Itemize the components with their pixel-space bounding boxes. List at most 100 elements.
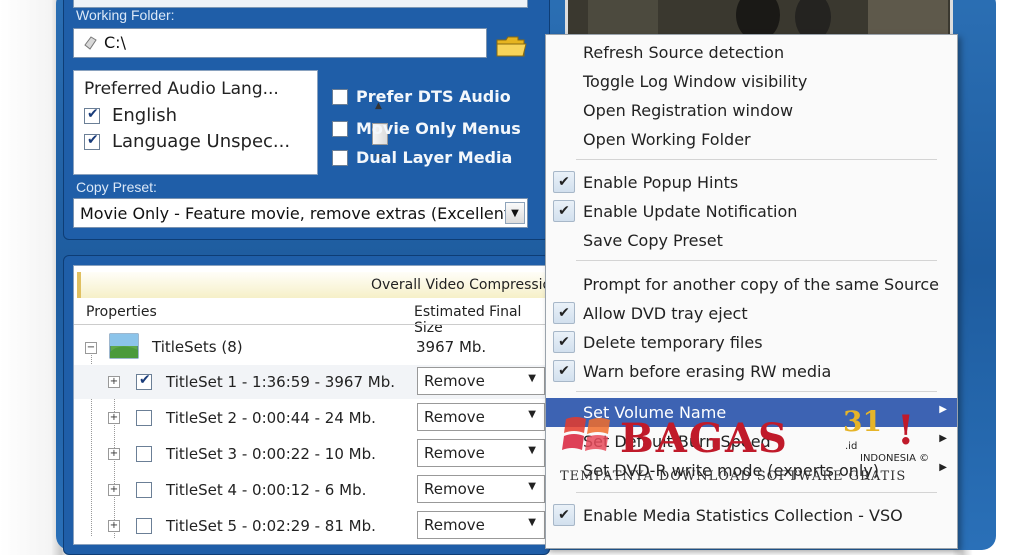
expand-icon[interactable]: +: [108, 412, 120, 424]
menu-item-refresh-source[interactable]: Refresh Source detection: [546, 38, 957, 67]
menu-item-warn-rw[interactable]: ✔ Warn before erasing RW media: [546, 357, 957, 386]
titleset-label: TitleSet 1 - 1:36:59 - 3967 Mb.: [166, 373, 395, 391]
action-value: Remove: [424, 516, 485, 534]
titleset-action-select[interactable]: Remove ▼: [417, 403, 545, 431]
dual-layer-checkbox[interactable]: [332, 149, 348, 166]
check-icon: ✔: [553, 504, 575, 526]
watermark-exclamation: !: [897, 407, 915, 454]
menu-item-open-registration[interactable]: Open Registration window: [546, 96, 957, 125]
expand-icon[interactable]: +: [108, 376, 120, 388]
copy-preset-dropdown[interactable]: Movie Only - Feature movie, remove extra…: [73, 198, 528, 228]
titleset-action-select[interactable]: Remove ▼: [417, 439, 545, 467]
table-row[interactable]: + TitleSet 3 - 0:00:22 - 10 Mb. Remove ▼: [74, 437, 549, 471]
table-row[interactable]: + TitleSet 2 - 0:00:44 - 24 Mb. Remove ▼: [74, 401, 549, 435]
titleset-checkbox[interactable]: [136, 446, 152, 462]
menu-item-update-notification[interactable]: ✔ Enable Update Notification: [546, 197, 957, 226]
action-value: Remove: [424, 480, 485, 498]
browse-folder-icon[interactable]: [494, 32, 528, 60]
menu-item-label: Open Working Folder: [583, 130, 751, 149]
titleset-checkbox[interactable]: [136, 482, 152, 498]
menu-item-label: Refresh Source detection: [583, 43, 785, 62]
root-label: TitleSets (8): [152, 338, 243, 356]
check-icon: ✔: [553, 331, 575, 353]
disk-icon: [84, 36, 97, 50]
menu-item-allow-tray-eject[interactable]: ✔ Allow DVD tray eject: [546, 299, 957, 328]
menu-item-label: Enable Popup Hints: [583, 173, 739, 192]
menu-item-toggle-log[interactable]: Toggle Log Window visibility: [546, 67, 957, 96]
watermark-country: INDONESIA ©: [860, 453, 929, 464]
chevron-down-icon: ▼: [528, 481, 536, 492]
expand-icon[interactable]: +: [108, 520, 120, 532]
copy-preset-label: Copy Preset:: [76, 179, 157, 195]
titleset-checkbox[interactable]: [136, 372, 152, 390]
menu-separator: [576, 260, 937, 261]
language-item-unspecified[interactable]: Language Unspec...: [84, 131, 290, 152]
menu-item-label: Enable Update Notification: [583, 202, 798, 221]
working-folder-label: Working Folder:: [76, 7, 175, 23]
titleset-action-select[interactable]: Remove ▼: [417, 475, 545, 503]
chevron-down-icon: ▼: [528, 445, 536, 456]
copy-preset-value: Movie Only - Feature movie, remove extra…: [80, 204, 517, 223]
titleset-checkbox[interactable]: [136, 410, 152, 426]
chevron-down-icon: ▼: [528, 409, 536, 420]
titleset-checkbox[interactable]: [136, 518, 152, 534]
movie-only-menus-option[interactable]: Movie Only Menus: [332, 119, 521, 138]
menu-item-open-working-folder[interactable]: Open Working Folder: [546, 125, 957, 154]
watermark-brand: BAGAS: [620, 415, 789, 462]
titleset-label: TitleSet 2 - 0:00:44 - 24 Mb.: [166, 409, 376, 427]
titleset-label: TitleSet 5 - 0:02:29 - 81 Mb.: [166, 517, 376, 535]
menu-item-popup-hints[interactable]: ✔ Enable Popup Hints: [546, 168, 957, 197]
movie-only-menus-checkbox[interactable]: [332, 120, 348, 137]
root-size: 3967 Mb.: [416, 338, 487, 356]
english-checkbox[interactable]: [84, 106, 100, 124]
language-label: Language Unspec...: [112, 131, 291, 152]
menu-separator: [576, 159, 937, 160]
compression-banner: Overall Video Compression: [77, 272, 549, 298]
titleset-action-select[interactable]: Remove ▼: [417, 511, 545, 539]
menu-item-label: Enable Media Statistics Collection - VSO: [583, 506, 903, 525]
language-item-english[interactable]: English: [84, 105, 177, 126]
check-icon: ✔: [553, 302, 575, 324]
menu-separator: [576, 391, 937, 392]
table-row[interactable]: + TitleSet 4 - 0:00:12 - 6 Mb. Remove ▼: [74, 473, 549, 507]
menu-item-delete-temp[interactable]: ✔ Delete temporary files: [546, 328, 957, 357]
titleset-action-select[interactable]: Remove ▼: [417, 367, 545, 395]
menu-item-label: Delete temporary files: [583, 333, 763, 352]
watermark-country-text: INDONESIA: [860, 453, 916, 464]
unspecified-checkbox[interactable]: [84, 132, 100, 150]
watermark-tagline: TEMPATNYA DOWNLOAD SOFTWARE GRATIS: [560, 469, 907, 484]
menu-item-label: Allow DVD tray eject: [583, 304, 748, 323]
expand-icon[interactable]: +: [108, 448, 120, 460]
watermark-number: 31: [843, 405, 882, 438]
chevron-down-icon: ▼: [528, 517, 536, 528]
prefer-dts-checkbox[interactable]: [332, 88, 348, 105]
check-icon: ✔: [553, 171, 575, 193]
audio-language-header: Preferred Audio Lang...: [84, 79, 279, 99]
watermark: BAGAS 31 ! .id INDONESIA © TEMPATNYA DOW…: [560, 405, 960, 495]
expand-icon[interactable]: +: [108, 484, 120, 496]
collapse-icon[interactable]: −: [85, 342, 97, 354]
check-icon: ✔: [553, 360, 575, 382]
menu-item-label: Toggle Log Window visibility: [583, 72, 808, 91]
menu-item-save-preset[interactable]: Save Copy Preset: [546, 226, 957, 255]
audio-language-list[interactable]: Preferred Audio Lang... English Language…: [73, 70, 388, 175]
dual-layer-option[interactable]: Dual Layer Media: [332, 148, 512, 167]
menu-item-media-statistics[interactable]: ✔ Enable Media Statistics Collection - VS…: [546, 501, 957, 530]
chevron-down-icon: ▼: [528, 373, 536, 384]
titles-grid[interactable]: Overall Video Compression Properties Est…: [73, 265, 550, 545]
menu-item-label: Warn before erasing RW media: [583, 362, 832, 381]
col-properties-header[interactable]: Properties: [86, 304, 157, 320]
menu-item-label: Open Registration window: [583, 101, 794, 120]
table-row[interactable]: + TitleSet 1 - 1:36:59 - 3967 Mb. Remove…: [74, 365, 549, 399]
dual-layer-label: Dual Layer Media: [356, 148, 513, 167]
working-folder-input[interactable]: C:\: [73, 28, 487, 58]
tree-root-row[interactable]: − TitleSets (8) 3967 Mb.: [74, 330, 549, 364]
titleset-label: TitleSet 4 - 0:00:12 - 6 Mb.: [166, 481, 367, 499]
working-folder-value: C:\: [104, 33, 126, 52]
titleset-label: TitleSet 3 - 0:00:22 - 10 Mb.: [166, 445, 376, 463]
prefer-dts-option[interactable]: Prefer DTS Audio: [332, 87, 511, 106]
movie-only-menus-label: Movie Only Menus: [356, 119, 521, 138]
menu-item-prompt-another-copy[interactable]: Prompt for another copy of the same Sour…: [546, 270, 957, 299]
chevron-down-icon[interactable]: ▼: [505, 202, 525, 224]
action-value: Remove: [424, 408, 485, 426]
